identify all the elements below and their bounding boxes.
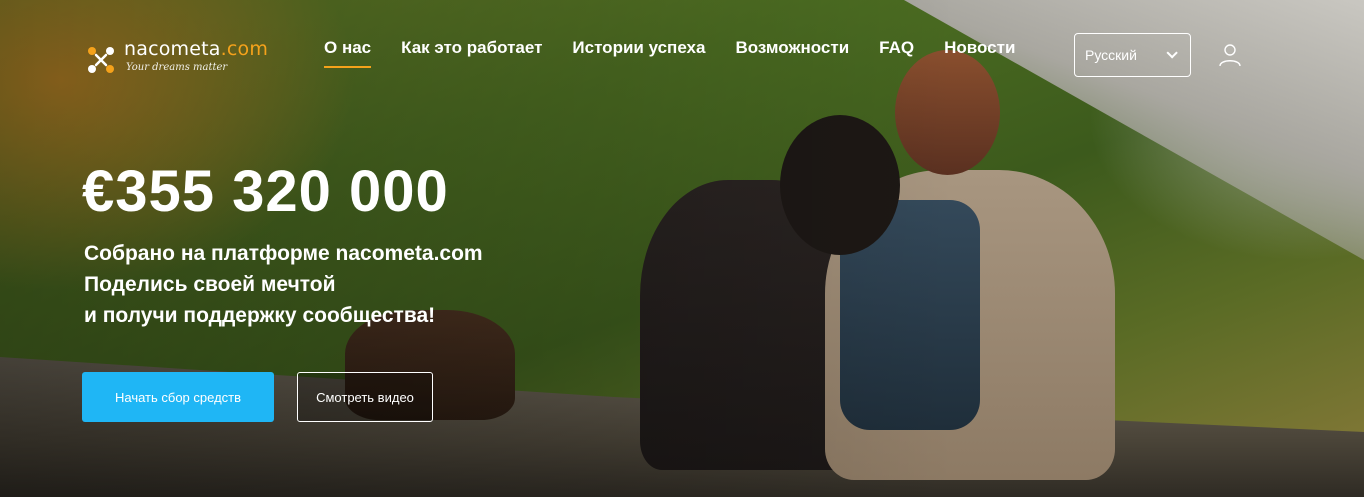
nav-item-how-it-works[interactable]: Как это работает (401, 38, 542, 68)
nav-item-about[interactable]: О нас (324, 38, 372, 68)
language-select-value: Русский (1085, 47, 1137, 63)
logo-domain: .com (220, 38, 269, 60)
user-icon[interactable] (1219, 43, 1241, 67)
nav-item-success-stories[interactable]: Истории успеха (572, 38, 705, 68)
site-logo[interactable]: nacometa.com Your dreams matter (84, 38, 284, 78)
raised-amount: €355 320 000 (82, 159, 449, 224)
hero-tagline: Собрано на платформе nacometa.com Подели… (84, 238, 483, 331)
nav-item-faq[interactable]: FAQ (879, 38, 914, 68)
chevron-down-icon (1166, 47, 1178, 59)
watch-video-button[interactable]: Смотреть видео (297, 372, 433, 422)
language-select[interactable]: Русский (1074, 33, 1191, 77)
hero-line-2: Поделись своей мечтой (84, 273, 336, 296)
nav-item-news[interactable]: Новости (944, 38, 1015, 68)
logo-tagline: Your dreams matter (126, 62, 228, 73)
nav-item-opportunities[interactable]: Возможности (735, 38, 849, 68)
start-fundraising-button[interactable]: Начать сбор средств (82, 372, 274, 422)
hero-section: nacometa.com Your dreams matter О нас Ка… (0, 0, 1364, 497)
logo-icon (88, 47, 114, 73)
main-nav: О нас Как это работает Истории успеха Во… (324, 38, 1045, 68)
hero-line-1: Собрано на платформе nacometa.com (84, 242, 483, 265)
hero-line-3: и получи поддержку сообщества! (84, 304, 436, 327)
logo-wordmark: nacometa.com (124, 38, 268, 60)
logo-name: nacometa (124, 38, 221, 60)
